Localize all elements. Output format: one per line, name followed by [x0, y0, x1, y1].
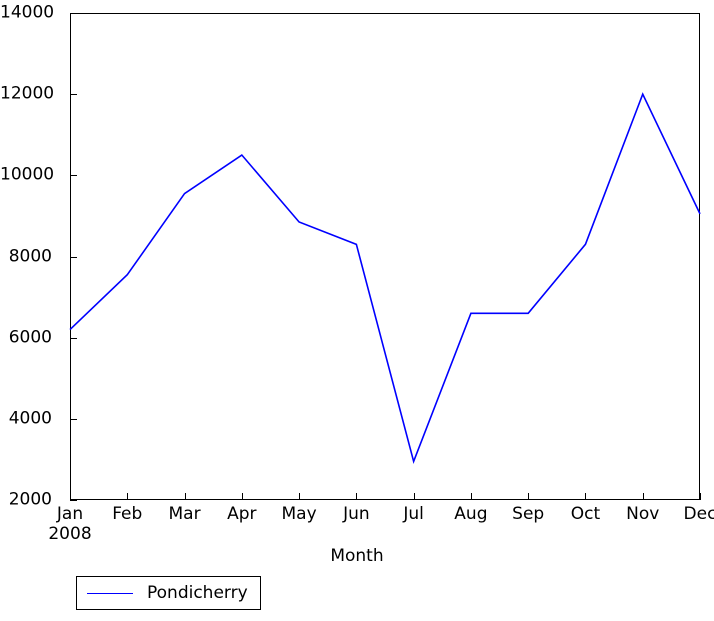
- x-tick-mark: [585, 493, 587, 500]
- x-tick-label: Jul: [403, 504, 424, 524]
- y-tick-label: 4000: [8, 408, 52, 429]
- y-tick-label: 12000: [0, 83, 55, 104]
- y-tick-mark: [70, 337, 77, 339]
- x-tick-label: May: [281, 504, 317, 524]
- x-axis-label: Month: [330, 546, 384, 566]
- x-tick-label: Oct: [570, 504, 601, 524]
- x-tick-label: Nov: [626, 504, 660, 524]
- legend-label-pondicherry: Pondicherry: [147, 583, 248, 603]
- x-tick-label: Jun: [343, 504, 370, 524]
- x-tick-mark: [184, 493, 186, 500]
- y-tick-mark: [70, 175, 77, 177]
- y-tick-label: 14000: [0, 2, 55, 23]
- y-tick-label: 6000: [8, 327, 52, 348]
- x-tick-mark: [127, 493, 129, 500]
- x-tick-mark: [356, 493, 358, 500]
- x-tick-label: Apr: [227, 504, 257, 524]
- x-tick-mark: [299, 493, 301, 500]
- x-tick-mark: [241, 493, 243, 500]
- y-tick-mark: [70, 94, 77, 96]
- x-tick-mark: [642, 493, 644, 500]
- x-tick-mark: [470, 493, 472, 500]
- chart-figure: 2000 4000 6000 8000 10000 12000 14000 Jan 2008 F…: [0, 0, 714, 621]
- y-tick-mark: [70, 500, 77, 501]
- x-tick-mark: [70, 493, 71, 500]
- y-tick-mark: [70, 256, 77, 258]
- y-tick-label: 10000: [0, 164, 55, 185]
- x-tick-label: Jan 2008: [48, 504, 92, 544]
- x-tick-sublabel: 2008: [48, 523, 92, 544]
- y-tick-label: 8000: [8, 246, 52, 266]
- x-tick-label: Aug: [454, 504, 488, 524]
- x-tick-label: Dec: [683, 504, 714, 524]
- x-tick-label: Feb: [112, 504, 143, 524]
- x-tick-mark: [413, 493, 415, 500]
- x-tick-label: Sep: [512, 504, 545, 524]
- y-tick-mark: [70, 13, 77, 14]
- x-tick-mark: [528, 493, 530, 500]
- legend-line-swatch: [87, 592, 133, 594]
- plot-area: [70, 13, 700, 500]
- legend: Pondicherry: [76, 576, 261, 610]
- x-tick-mark: [700, 493, 701, 500]
- y-tick-mark: [70, 418, 77, 420]
- x-tick-label: Mar: [168, 504, 201, 524]
